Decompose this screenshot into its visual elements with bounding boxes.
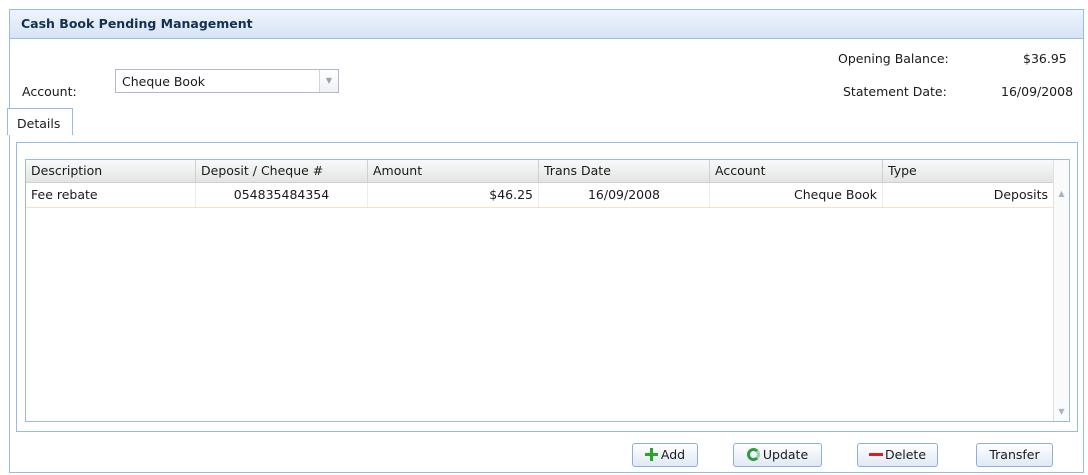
details-tab-body: Description Deposit / Cheque # Amount Tr… bbox=[16, 142, 1078, 432]
delete-button[interactable]: Delete bbox=[857, 443, 938, 467]
update-button[interactable]: Update bbox=[733, 443, 822, 467]
transfer-button[interactable]: Transfer bbox=[976, 443, 1053, 467]
scroll-down-icon[interactable]: ▼ bbox=[1054, 407, 1069, 416]
column-header-account[interactable]: Account bbox=[710, 160, 883, 182]
statement-date-label: Statement Date: bbox=[843, 84, 947, 99]
account-select-value: Cheque Book bbox=[122, 74, 205, 89]
column-header-deposit-cheque[interactable]: Deposit / Cheque # bbox=[196, 160, 368, 182]
tab-details-label: Details bbox=[17, 116, 61, 131]
cell-deposit-cheque: 054835484354 bbox=[196, 183, 368, 207]
account-select[interactable]: Cheque Book ▼ bbox=[115, 69, 339, 93]
grid-header: Description Deposit / Cheque # Amount Tr… bbox=[26, 160, 1054, 183]
cell-description: Fee rebate bbox=[26, 183, 196, 207]
add-button-label: Add bbox=[660, 447, 686, 462]
statement-date-value: 16/09/2008 bbox=[1001, 84, 1074, 99]
chevron-down-icon[interactable]: ▼ bbox=[319, 70, 338, 92]
account-label: Account: bbox=[22, 84, 77, 99]
scroll-up-icon[interactable]: ▲ bbox=[1054, 189, 1069, 198]
column-header-trans-date[interactable]: Trans Date bbox=[539, 160, 710, 182]
column-header-description[interactable]: Description bbox=[26, 160, 196, 182]
transfer-button-label: Transfer bbox=[989, 447, 1040, 462]
column-header-type[interactable]: Type bbox=[883, 160, 1054, 182]
minus-icon bbox=[868, 448, 883, 461]
panel-title: Cash Book Pending Management bbox=[10, 10, 1083, 39]
refresh-icon bbox=[746, 448, 760, 461]
cell-trans-date: 16/09/2008 bbox=[539, 183, 710, 207]
tab-details[interactable]: Details bbox=[7, 108, 73, 135]
opening-balance-label: Opening Balance: bbox=[838, 51, 949, 66]
update-button-label: Update bbox=[762, 447, 809, 462]
cell-amount: $46.25 bbox=[368, 183, 539, 207]
delete-button-label: Delete bbox=[884, 447, 927, 462]
pending-transactions-grid: Description Deposit / Cheque # Amount Tr… bbox=[25, 159, 1070, 422]
column-header-amount[interactable]: Amount bbox=[368, 160, 539, 182]
cell-account: Cheque Book bbox=[710, 183, 883, 207]
plus-icon bbox=[644, 448, 658, 461]
table-row[interactable]: Fee rebate 054835484354 $46.25 16/09/200… bbox=[26, 183, 1054, 208]
add-button[interactable]: Add bbox=[632, 443, 698, 467]
opening-balance-value: $36.95 bbox=[1023, 51, 1067, 66]
cell-type: Deposits bbox=[883, 183, 1054, 207]
grid-scrollbar[interactable]: ▲ ▼ bbox=[1053, 160, 1069, 421]
